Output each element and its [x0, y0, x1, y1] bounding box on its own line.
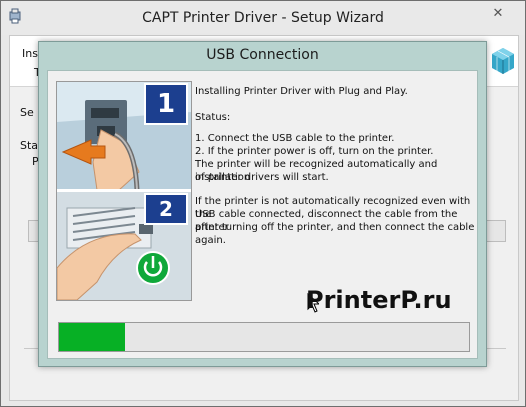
usb-connection-dialog: USB Connection 1 2 Installing Printer Dr… — [38, 41, 487, 367]
close-icon[interactable]: ✕ — [484, 3, 512, 25]
step-1-badge: 1 — [156, 89, 176, 119]
wizard-title: CAPT Printer Driver - Setup Wizard — [142, 10, 384, 26]
cube-logo-icon — [492, 48, 514, 74]
step-2-badge: 2 — [159, 197, 173, 221]
status-line: 2. If the printer power is off, turn on … — [195, 146, 434, 157]
install-progress-bar — [58, 322, 470, 352]
progress-fill — [59, 323, 125, 351]
wizard-section-label: Se — [20, 106, 34, 119]
status-line: of printer drivers will start. — [195, 172, 329, 183]
status-line: 1. Connect the USB cable to the printer. — [195, 133, 395, 144]
intro-text: Installing Printer Driver with Plug and … — [195, 86, 408, 97]
wizard-status-label: Sta — [20, 139, 39, 152]
note-line: after turning off the printer, and then … — [195, 222, 475, 233]
note-line: again. — [195, 235, 226, 246]
connection-illustration: 1 2 — [56, 81, 192, 301]
status-label: Status: — [195, 112, 231, 123]
dialog-content: 1 2 Installing Printer Driver with Plug … — [47, 70, 478, 359]
watermark: PrinterP.ru — [306, 286, 452, 314]
wizard-titlebar: CAPT Printer Driver - Setup Wizard ✕ — [1, 1, 525, 35]
dialog-title: USB Connection — [206, 47, 319, 63]
